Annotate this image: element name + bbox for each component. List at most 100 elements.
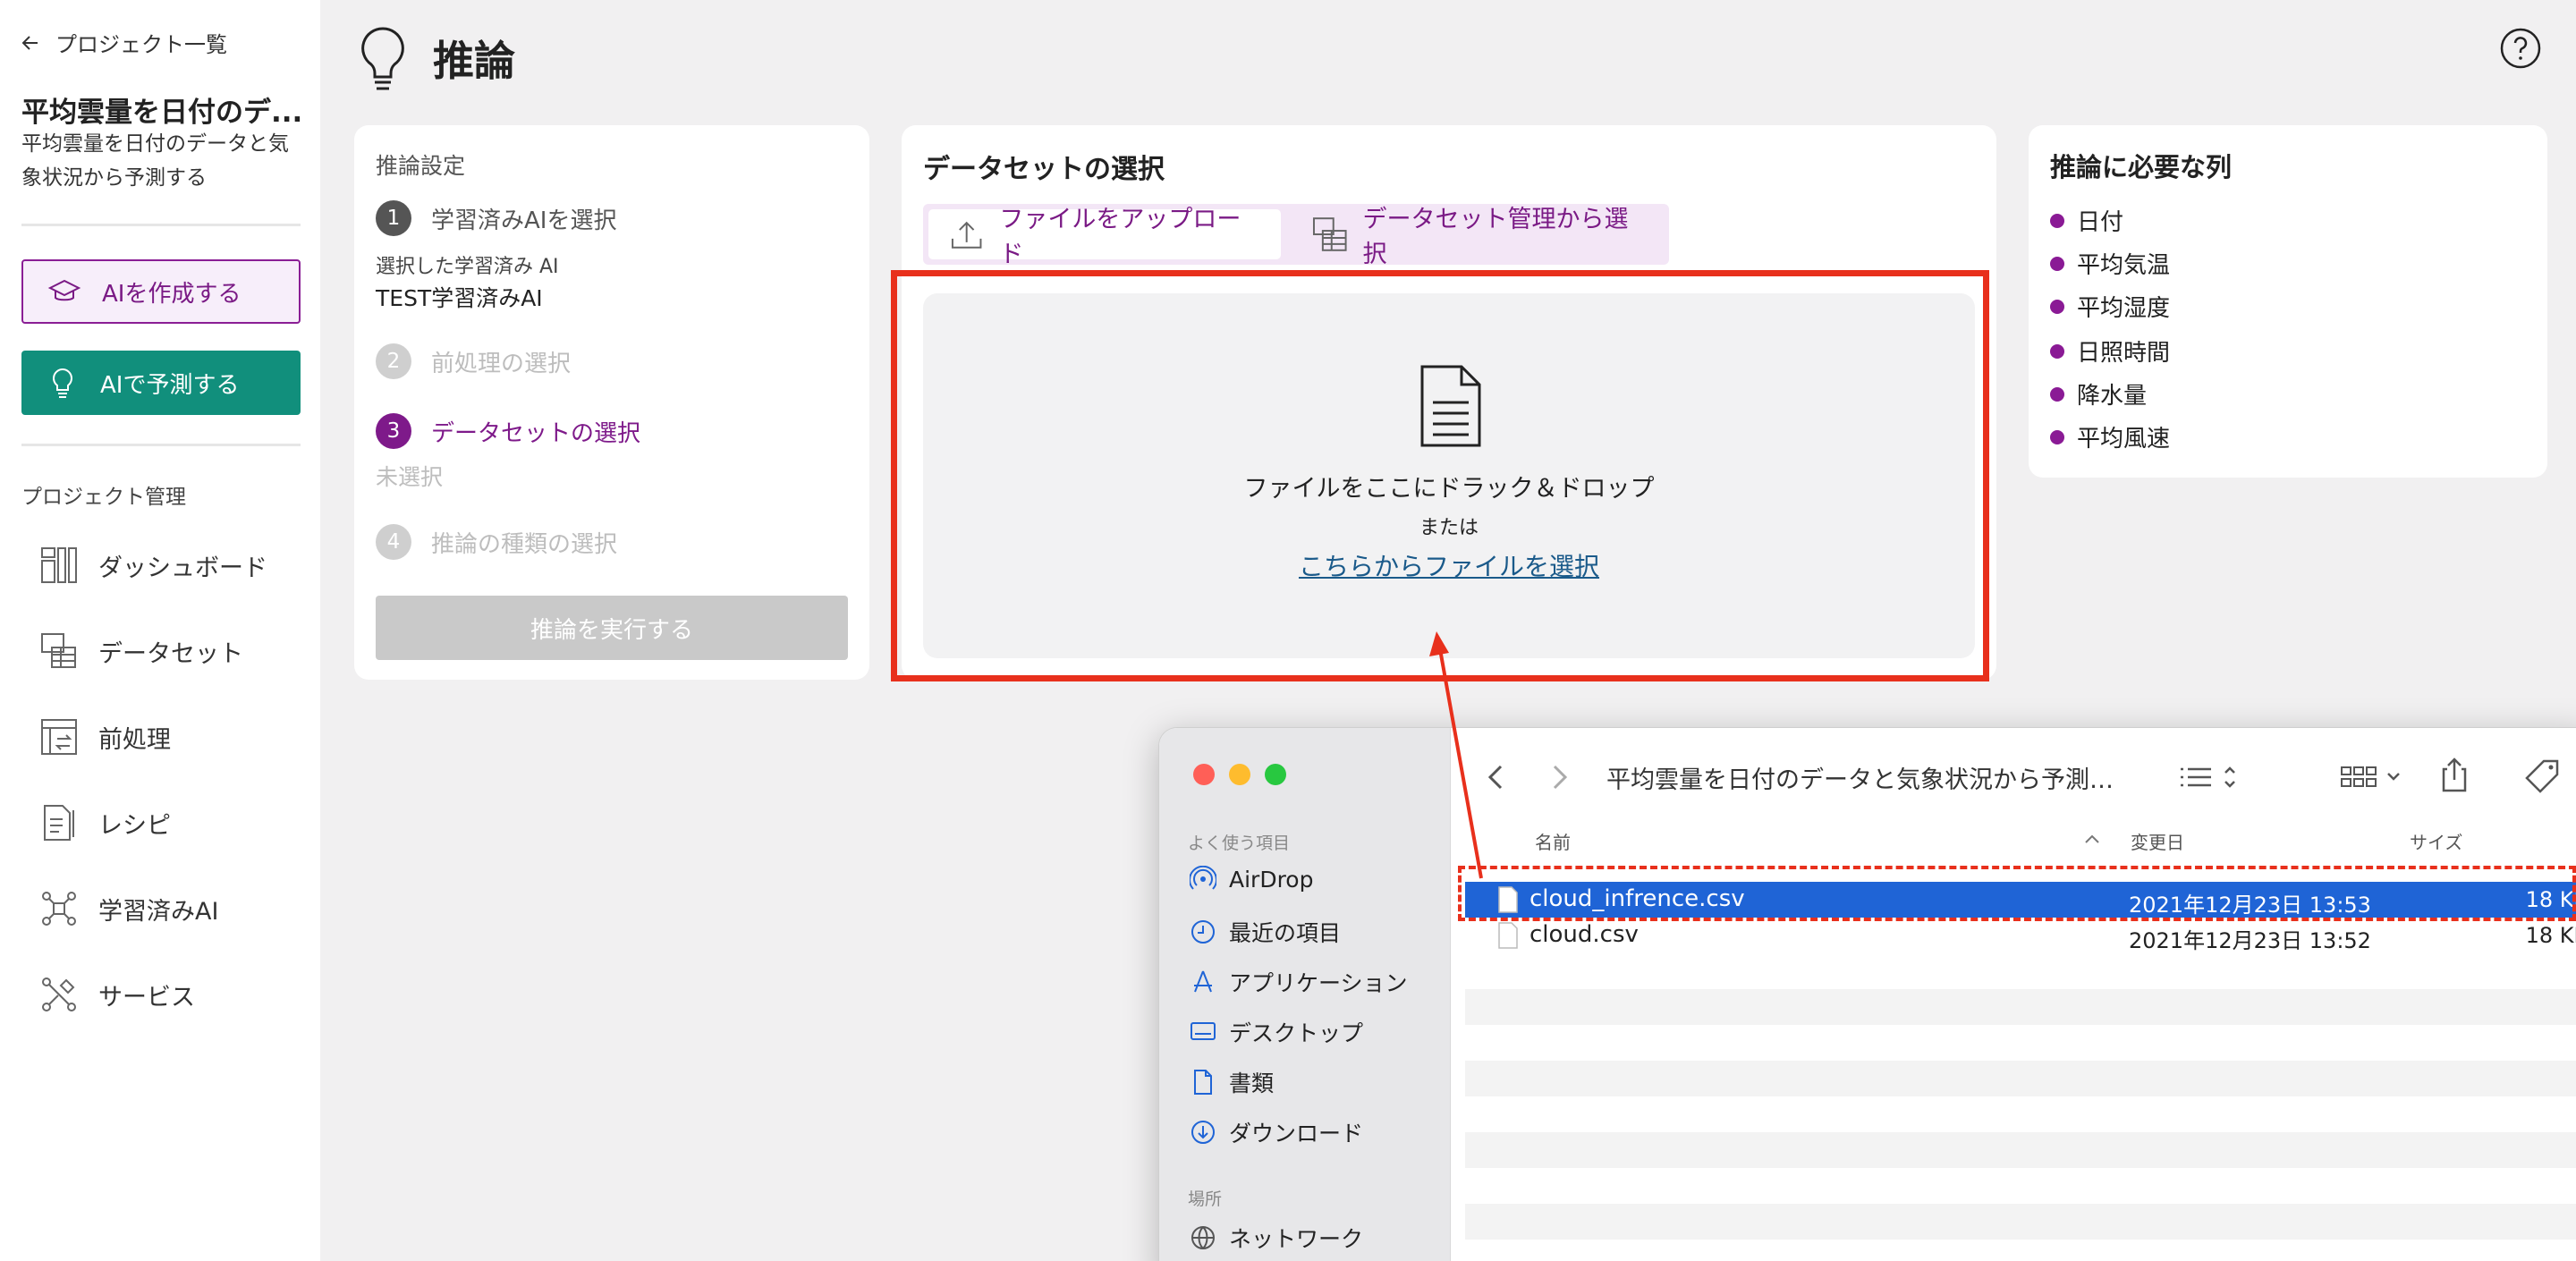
step-select-inference-type[interactable]: 4 推論の種類の選択 xyxy=(376,524,617,560)
required-column: 日付 xyxy=(2050,204,2123,237)
share-icon[interactable] xyxy=(2440,757,2469,792)
clock-icon xyxy=(1191,920,1215,944)
column-name: 日付 xyxy=(2077,209,2124,236)
minimize-window-button[interactable] xyxy=(1229,764,1250,785)
bullet-dot xyxy=(2050,213,2064,228)
bullet-dot xyxy=(2050,343,2064,359)
finder-sidebar: よく使う項目 AirDrop 最近の項目 アプリケーション デスクトップ 書類 … xyxy=(1159,728,1451,1261)
zoom-window-button[interactable] xyxy=(1265,764,1286,785)
finder-item-downloads[interactable]: ダウンロード xyxy=(1190,1116,1363,1148)
sidebar-item-label: 前処理 xyxy=(98,725,171,754)
required-column: 平均湿度 xyxy=(2050,290,2170,323)
run-inference-button[interactable]: 推論を実行する xyxy=(376,596,848,660)
step-number: 1 xyxy=(376,200,411,236)
sidebar-item-trained-ai[interactable]: 学習済みAI xyxy=(39,889,218,928)
sidebar-item-dashboard[interactable]: ダッシュボード xyxy=(39,546,267,585)
required-columns-card: 推論に必要な列 日付 平均気温 平均湿度 日照時間 降水量 平均風速 xyxy=(2029,125,2547,478)
file-row[interactable]: cloud.csv 2021年12月23日 13:52 18 KB xyxy=(1465,918,2576,953)
close-window-button[interactable] xyxy=(1193,764,1215,785)
required-column: 日照時間 xyxy=(2050,334,2170,368)
predict-ai-button[interactable]: AIで予測する xyxy=(21,351,301,415)
bullet-dot xyxy=(2050,299,2064,314)
required-column: 平均風速 xyxy=(2050,420,2170,453)
arrow-left-icon xyxy=(21,35,38,50)
inference-settings-card: 推論設定 1 学習済みAIを選択 選択した学習済み AI TEST学習済みAI … xyxy=(354,125,869,680)
tab-upload-file[interactable]: ファイルをアップロード xyxy=(928,206,1281,268)
back-label: プロジェクト一覧 xyxy=(55,32,227,57)
locations-heading: 場所 xyxy=(1188,1189,1223,1209)
file-date: 2021年12月23日 13:52 xyxy=(2129,928,2371,953)
back-to-projects-link[interactable]: プロジェクト一覧 xyxy=(20,27,227,58)
finder-item-label: ネットワーク xyxy=(1229,1226,1364,1252)
step-select-dataset[interactable]: 3 データセットの選択 xyxy=(376,413,640,449)
finder-item-label: 最近の項目 xyxy=(1229,920,1342,946)
sidebar-item-service[interactable]: サービス xyxy=(39,975,195,1014)
dashboard-icon xyxy=(41,547,77,583)
graduation-cap-icon xyxy=(47,279,81,301)
annotation-highlight-box xyxy=(891,270,1989,681)
document-icon xyxy=(1194,1070,1212,1095)
step-select-trained-ai[interactable]: 1 学習済みAIを選択 xyxy=(376,200,616,236)
airdrop-icon xyxy=(1190,866,1216,890)
lightbulb-icon xyxy=(53,368,72,398)
finder-window: よく使う項目 AirDrop 最近の項目 アプリケーション デスクトップ 書類 … xyxy=(1159,728,2576,1261)
help-icon[interactable] xyxy=(2499,27,2542,70)
required-column: 降水量 xyxy=(2050,377,2147,410)
sidebar-divider xyxy=(21,224,301,226)
column-header-size[interactable]: サイズ xyxy=(2410,828,2462,854)
sidebar-item-label: サービス xyxy=(98,983,195,1011)
column-header-name[interactable]: 名前 xyxy=(1535,828,1571,854)
finder-item-network[interactable]: ネットワーク xyxy=(1190,1222,1363,1254)
bullet-dot xyxy=(2050,256,2064,271)
empty-row xyxy=(1465,1132,2576,1168)
desktop-icon xyxy=(1191,1022,1216,1040)
step-number: 2 xyxy=(376,343,411,379)
selected-ai-value: TEST学習済みAI xyxy=(376,285,543,311)
forward-chevron-icon[interactable] xyxy=(1549,764,1571,791)
project-description: 平均雲量を日付のデータと気象状況から予測する xyxy=(21,132,289,190)
column-name: 平均風速 xyxy=(2077,426,2171,453)
create-ai-button[interactable]: AIを作成する xyxy=(21,259,301,324)
sidebar-item-label: ダッシュボード xyxy=(98,554,267,582)
sort-ascending-icon xyxy=(2085,834,2099,843)
sidebar-item-label: レシピ xyxy=(98,811,171,840)
finder-item-label: アプリケーション xyxy=(1229,970,1408,996)
predict-ai-label: AIで予測する xyxy=(100,371,240,399)
finder-item-label: デスクトップ xyxy=(1229,1020,1364,1046)
annotation-dashed-box xyxy=(1458,866,2576,921)
sidebar-item-dataset[interactable]: データセット xyxy=(39,631,243,671)
finder-item-documents[interactable]: 書類 xyxy=(1190,1066,1274,1098)
dataset-source-tabs: ファイルをアップロード データセット管理から選択 xyxy=(923,204,1669,268)
step-number: 4 xyxy=(376,524,411,560)
column-name: 平均気温 xyxy=(2077,252,2171,279)
tab-label: ファイルをアップロード xyxy=(999,206,1241,268)
file-size: 18 KB xyxy=(2525,923,2576,948)
upload-icon xyxy=(951,221,982,249)
file-name: cloud.csv xyxy=(1530,921,1639,948)
column-name: 平均湿度 xyxy=(2077,295,2171,322)
dataset-heading: データセットの選択 xyxy=(923,154,1165,185)
column-header-date[interactable]: 変更日 xyxy=(2131,828,2184,854)
page-title: 推論 xyxy=(433,37,515,85)
step-number: 3 xyxy=(376,413,411,449)
finder-item-desktop[interactable]: デスクトップ xyxy=(1190,1016,1363,1048)
service-icon xyxy=(42,977,76,1011)
selected-ai-label: 選択した学習済み AI xyxy=(376,256,559,278)
finder-window-title: 平均雲量を日付のデータと気象状況から予測… xyxy=(1606,766,2114,794)
finder-item-recents[interactable]: 最近の項目 xyxy=(1190,916,1341,948)
create-ai-label: AIを作成する xyxy=(102,280,242,308)
sidebar-item-recipe[interactable]: レシピ xyxy=(39,803,171,842)
list-view-icon[interactable] xyxy=(2177,764,2238,791)
sidebar-item-preprocess[interactable]: 前処理 xyxy=(39,717,171,757)
bullet-dot xyxy=(2050,429,2064,444)
project-management-heading: プロジェクト管理 xyxy=(21,486,186,509)
grid-group-icon[interactable] xyxy=(2340,764,2404,791)
tag-icon[interactable] xyxy=(2524,758,2560,794)
step-select-preprocess[interactable]: 2 前処理の選択 xyxy=(376,343,571,379)
finder-item-applications[interactable]: アプリケーション xyxy=(1190,966,1408,998)
finder-item-airdrop[interactable]: AirDrop xyxy=(1190,866,1313,893)
project-title: 平均雲量を日付のデ... xyxy=(21,97,303,129)
tab-dataset-manager[interactable]: データセット管理から選択 xyxy=(1292,206,1669,268)
required-column: 平均気温 xyxy=(2050,247,2170,280)
globe-icon xyxy=(1191,1226,1215,1249)
